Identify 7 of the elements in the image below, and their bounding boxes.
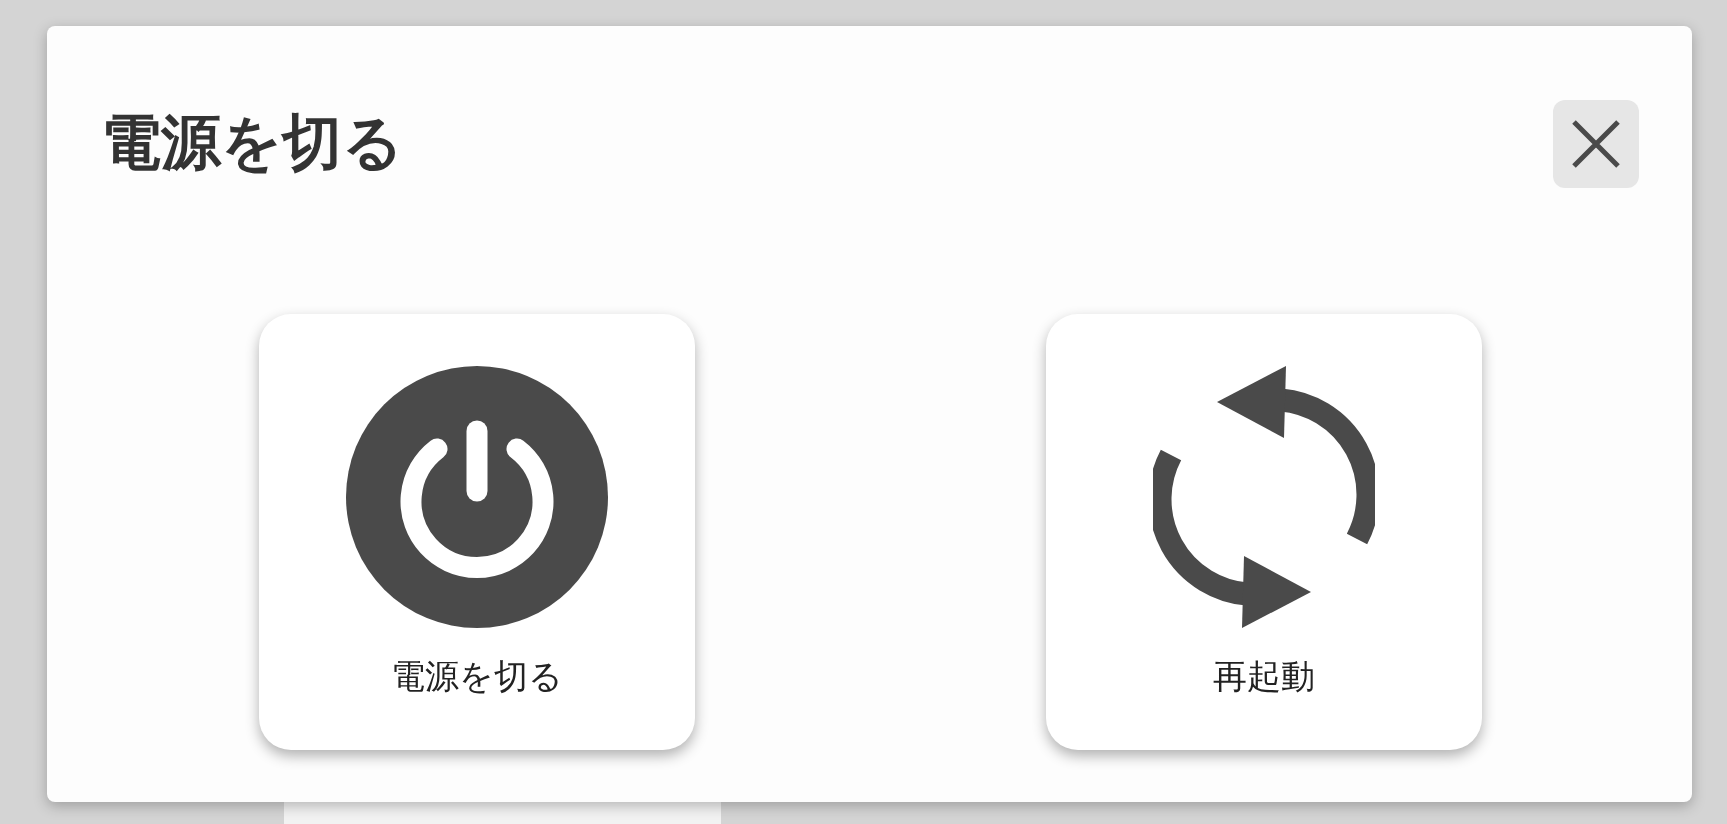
dialog-title: 電源を切る <box>101 112 403 172</box>
refresh-icon <box>1152 366 1375 628</box>
option-card[interactable]: 電源を切る <box>258 314 695 750</box>
close-button[interactable] <box>1553 100 1639 188</box>
power-icon <box>345 366 608 628</box>
option-card[interactable]: 再起動 <box>1045 314 1482 750</box>
close-icon <box>1571 119 1621 169</box>
